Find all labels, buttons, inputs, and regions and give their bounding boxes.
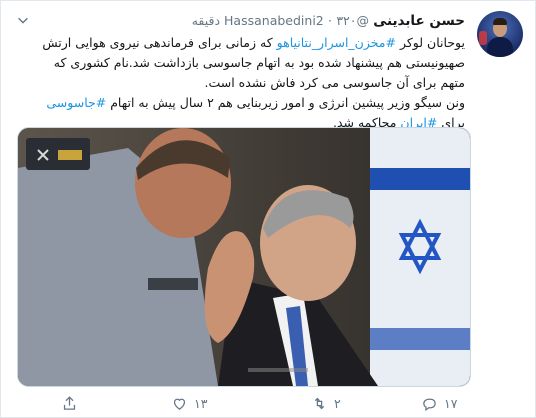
like-icon [173,398,186,410]
author-name[interactable]: حسن عابدینی [373,13,465,29]
retweet-count: ۲ [334,395,341,411]
text-line-1a: یوحانان لوکر [395,35,465,50]
text-line-3: متهم برای آن جاسوسی می کرد فاش نشده است. [204,75,466,90]
text-line-2: صهیونیستی هم پیشنهاد شده بود به اتهام جا… [53,55,465,70]
photo-image [18,128,470,386]
tweet-card[interactable]: حسن عابدینی @Hassanabedini2 · ۳۲۰ دقیقه … [0,0,536,418]
tweet-text: یوحانان لوکر #مخزن_اسرار_نتانیاهو که زما… [15,33,465,133]
reply-button[interactable]: ۱۷ [421,393,457,413]
retweet-icon [314,397,325,409]
tweet-photo[interactable] [17,127,471,387]
hashtag-link[interactable]: #مخزن_اسرار_نتانیاهو [277,35,396,50]
like-button[interactable]: ۱۳ [171,393,207,413]
separator-dot: · [328,13,333,28]
tweet-header: حسن عابدینی @Hassanabedini2 · ۳۲۰ دقیقه [191,13,465,29]
like-count: ۱۳ [194,395,208,411]
chevron-down-icon[interactable] [15,13,31,29]
share-button[interactable] [61,393,78,413]
retweet-button[interactable]: ۲ [311,393,341,413]
reply-icon [423,398,436,411]
tweet-actions: ۱۳ ۲ ۱۷ [61,393,461,413]
text-line-4a: ونن سیگو وزیر پیشین انرژی و امور زیربنای… [106,95,465,110]
text-line-1b: که زمانی برای فرماندهی نیروی هوایی ارتش [42,35,277,50]
avatar[interactable] [477,11,523,57]
share-icon [63,395,76,410]
hashtag-link[interactable]: #جاسوسی [46,95,106,110]
reply-count: ۱۷ [444,395,458,411]
